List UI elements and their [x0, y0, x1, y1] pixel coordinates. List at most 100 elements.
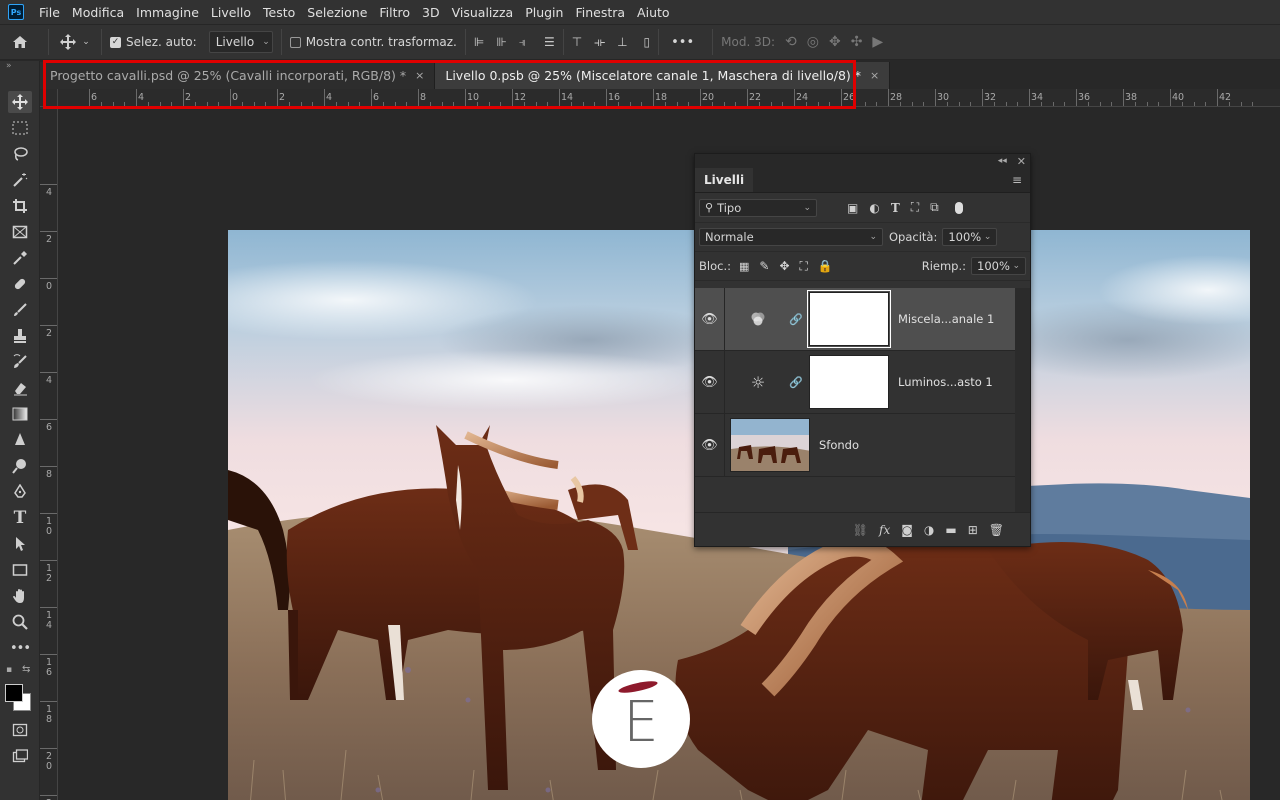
- layer-name[interactable]: Luminos...asto 1: [898, 375, 993, 389]
- tab-progetto-cavalli[interactable]: Progetto cavalli.psd @ 25% (Cavalli inco…: [40, 62, 436, 89]
- align-center-icon[interactable]: ⊪: [496, 35, 506, 49]
- filter-toggle[interactable]: [954, 201, 963, 214]
- close-icon[interactable]: ×: [870, 69, 879, 82]
- screen-mode-icon[interactable]: [8, 745, 32, 767]
- eye-icon[interactable]: 👁: [695, 351, 725, 413]
- menu-testo[interactable]: Testo: [257, 5, 301, 20]
- lock-image-icon[interactable]: ✎: [759, 259, 769, 273]
- collapse-panel-icon[interactable]: ◂◂: [998, 156, 1007, 166]
- magic-wand-tool[interactable]: [8, 169, 32, 191]
- lasso-tool[interactable]: [8, 143, 32, 165]
- history-brush-tool[interactable]: [8, 351, 32, 373]
- fill-field[interactable]: 100% ⌄: [971, 257, 1026, 275]
- filter-shape-icon[interactable]: ⛶: [911, 200, 919, 215]
- auto-select-dropdown[interactable]: Livello ⌄: [208, 31, 273, 53]
- adjustment-layer-icon[interactable]: ◑: [924, 523, 934, 537]
- panel-menu-icon[interactable]: ≡: [1012, 168, 1030, 192]
- lock-artboard-icon[interactable]: ⛶: [800, 259, 808, 274]
- align-top-icon[interactable]: ⊤: [572, 35, 582, 49]
- opacity-field[interactable]: 100% ⌄: [942, 228, 998, 246]
- move-tool-icon[interactable]: [57, 34, 79, 50]
- zoom-tool[interactable]: [8, 611, 32, 633]
- eye-icon[interactable]: 👁: [695, 414, 725, 476]
- horizontal-ruler[interactable]: 6 4 2 0 2 4 6 8 10 12 14 16 18 20 22 24 26 28 30 32 34 36 38 40…: [58, 89, 1280, 107]
- kind-filter-dropdown[interactable]: ⚲ Tipo ⌄: [699, 198, 817, 217]
- menu-aiuto[interactable]: Aiuto: [631, 5, 676, 20]
- gradient-tool[interactable]: [8, 403, 32, 425]
- menu-finestra[interactable]: Finestra: [569, 5, 631, 20]
- quick-mask-icon[interactable]: [8, 719, 32, 741]
- distribute-icon[interactable]: ☰: [544, 35, 555, 49]
- blend-mode-dropdown[interactable]: Normale ⌄: [699, 228, 883, 246]
- move-tool[interactable]: [8, 91, 32, 113]
- camera-3d-icon[interactable]: ▶: [872, 34, 883, 50]
- roll-3d-icon[interactable]: ◎: [807, 34, 819, 50]
- align-left-icon[interactable]: ⊫: [474, 35, 484, 49]
- menu-plugin[interactable]: Plugin: [519, 5, 569, 20]
- eraser-tool[interactable]: [8, 377, 32, 399]
- brush-tool[interactable]: [8, 299, 32, 321]
- filter-smart-object-icon[interactable]: ⧉: [930, 200, 939, 215]
- menu-livello[interactable]: Livello: [205, 5, 257, 20]
- lock-transparent-icon[interactable]: ▦: [739, 260, 749, 273]
- eyedropper-tool[interactable]: [8, 247, 32, 269]
- group-folder-icon[interactable]: ▬: [945, 523, 956, 537]
- distribute-vertical-icon[interactable]: ▯: [644, 35, 651, 49]
- hand-tool[interactable]: [8, 585, 32, 607]
- expand-panel-icon[interactable]: »: [6, 61, 12, 71]
- menu-modifica[interactable]: Modifica: [66, 5, 130, 20]
- more-options-button[interactable]: •••: [671, 35, 694, 50]
- menu-visualizza[interactable]: Visualizza: [446, 5, 520, 20]
- menu-selezione[interactable]: Selezione: [301, 5, 373, 20]
- align-right-icon[interactable]: ⫣: [519, 35, 526, 50]
- layer-name[interactable]: Miscela...anale 1: [898, 312, 994, 326]
- layer-mask-thumbnail[interactable]: [809, 355, 889, 409]
- menu-immagine[interactable]: Immagine: [130, 5, 205, 20]
- layer-name[interactable]: Sfondo: [819, 438, 859, 452]
- vertical-ruler[interactable]: 42024681 01 21 41 61 82 02 2: [40, 107, 58, 800]
- chevron-down-icon[interactable]: ⌄: [79, 37, 93, 47]
- background-thumbnail[interactable]: [730, 418, 810, 472]
- marquee-tool[interactable]: [8, 117, 32, 139]
- trash-icon[interactable]: 🗑: [989, 523, 1004, 537]
- link-icon[interactable]: 🔗: [789, 313, 803, 326]
- filter-type-icon[interactable]: T: [891, 201, 900, 215]
- edit-toolbar-icon[interactable]: •••: [8, 637, 32, 659]
- layer-mask-thumbnail[interactable]: [807, 290, 891, 348]
- swap-colors-icon[interactable]: ⇆: [22, 664, 30, 675]
- healing-brush-tool[interactable]: [8, 273, 32, 295]
- filter-adjustment-icon[interactable]: ◐: [869, 201, 879, 215]
- layer-background[interactable]: 👁 Sfondo: [695, 414, 1015, 477]
- default-colors-icon[interactable]: ▪: [6, 665, 12, 675]
- frame-tool[interactable]: [8, 221, 32, 243]
- lock-position-icon[interactable]: ✥: [779, 259, 789, 273]
- auto-select-checkbox[interactable]: ✓: [110, 36, 121, 48]
- clone-stamp-tool[interactable]: [8, 325, 32, 347]
- lock-all-icon[interactable]: 🔒: [818, 259, 833, 273]
- link-layers-icon[interactable]: ⛓: [853, 523, 868, 537]
- layers-scrollbar[interactable]: [1015, 288, 1030, 512]
- show-transform-checkbox[interactable]: [289, 36, 301, 48]
- link-icon[interactable]: 🔗: [789, 376, 803, 389]
- foreground-color-swatch[interactable]: [5, 684, 23, 702]
- align-bottom-icon[interactable]: ⊥: [617, 35, 627, 49]
- menu-filtro[interactable]: Filtro: [373, 5, 416, 20]
- pan-3d-icon[interactable]: ✥: [829, 34, 841, 50]
- add-mask-icon[interactable]: ◙: [901, 523, 913, 537]
- home-icon[interactable]: [0, 24, 40, 60]
- tab-livello-0[interactable]: Livello 0.psb @ 25% (Miscelatore canale …: [435, 62, 891, 89]
- tab-layers[interactable]: Livelli: [695, 168, 754, 192]
- close-panel-icon[interactable]: ✕: [1017, 155, 1026, 168]
- rectangle-tool[interactable]: [8, 559, 32, 581]
- blur-tool[interactable]: [8, 429, 32, 451]
- filter-pixel-icon[interactable]: ▣: [847, 201, 858, 215]
- close-icon[interactable]: ×: [415, 69, 424, 82]
- pen-tool[interactable]: [8, 481, 32, 503]
- slide-3d-icon[interactable]: ✣: [851, 34, 863, 50]
- layer-style-icon[interactable]: fx: [879, 523, 890, 537]
- menu-file[interactable]: File: [33, 5, 66, 20]
- orbit-3d-icon[interactable]: ⟲: [785, 34, 797, 50]
- path-selection-tool[interactable]: [8, 533, 32, 555]
- crop-tool[interactable]: [8, 195, 32, 217]
- align-middle-icon[interactable]: ⟛: [594, 35, 605, 50]
